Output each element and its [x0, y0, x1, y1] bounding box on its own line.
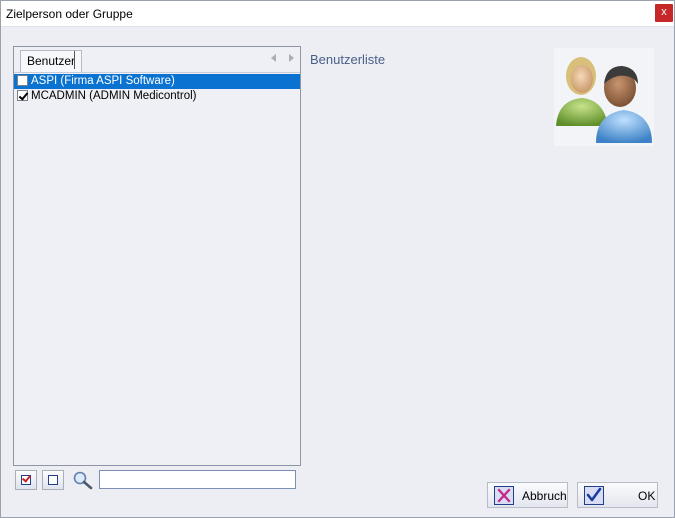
- window-title: Zielperson oder Gruppe: [6, 7, 133, 21]
- tab-scroll-left-icon[interactable]: [271, 54, 276, 62]
- ok-label: OK: [638, 489, 656, 503]
- list-item[interactable]: ASPI (Firma ASPI Software): [14, 74, 300, 89]
- user-list-panel: Benutzer ASPI (Firma ASPI Software) MCAD…: [13, 46, 301, 466]
- uncheck-all-button[interactable]: [42, 470, 64, 490]
- close-button[interactable]: x: [655, 4, 673, 22]
- list-item-label: MCADMIN (ADMIN Medicontrol): [31, 90, 197, 102]
- list-item-label: ASPI (Firma ASPI Software): [31, 75, 175, 87]
- uncheck-all-icon: [48, 475, 58, 485]
- search-input[interactable]: [99, 470, 296, 489]
- magnifier-icon[interactable]: [72, 470, 94, 490]
- title-bar[interactable]: Zielperson oder Gruppe x: [1, 1, 674, 27]
- tab-benutzer[interactable]: Benutzer: [20, 50, 83, 72]
- list-heading: Benutzerliste: [310, 52, 386, 67]
- tab-separator: [74, 51, 75, 69]
- list-item[interactable]: MCADMIN (ADMIN Medicontrol): [14, 89, 300, 104]
- cancel-icon: [494, 486, 514, 505]
- check-all-button[interactable]: [15, 470, 37, 490]
- cancel-label: Abbruch: [522, 489, 567, 503]
- tab-strip: Benutzer: [14, 47, 300, 73]
- check-all-icon: [21, 475, 31, 485]
- tab-scroll-right-icon[interactable]: [289, 54, 294, 62]
- cancel-button[interactable]: Abbruch: [487, 482, 568, 508]
- ok-check-icon: [584, 486, 604, 505]
- ok-button[interactable]: OK: [577, 482, 658, 508]
- dialog-window: Zielperson oder Gruppe x Benutzer ASPI (…: [0, 0, 675, 518]
- item-checkbox[interactable]: [17, 90, 28, 101]
- user-list: ASPI (Firma ASPI Software) MCADMIN (ADMI…: [14, 74, 300, 104]
- item-checkbox[interactable]: [17, 75, 28, 86]
- users-group-icon: [554, 48, 654, 146]
